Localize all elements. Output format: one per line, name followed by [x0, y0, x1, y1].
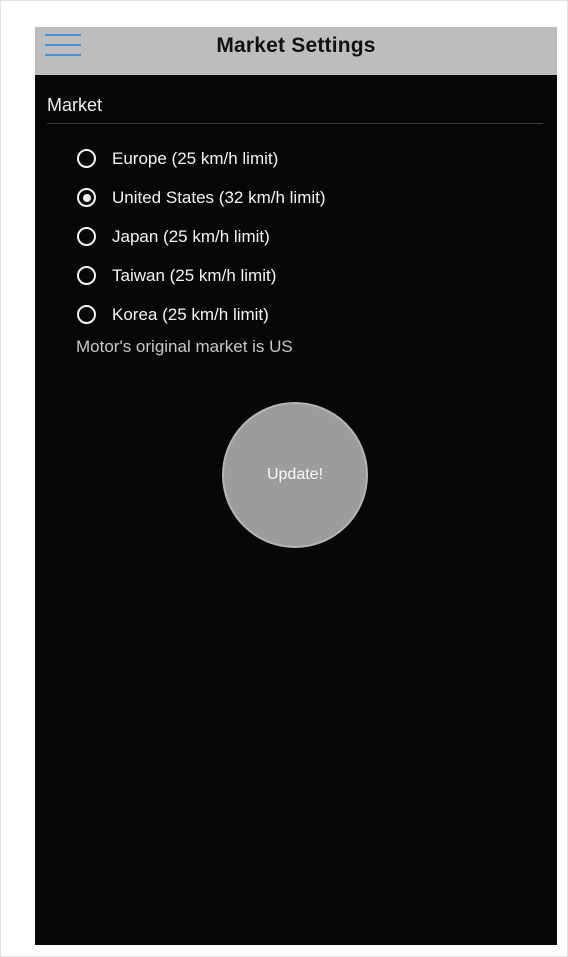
market-option-taiwan[interactable]: Taiwan (25 km/h limit): [77, 256, 517, 295]
radio-button-unchecked[interactable]: [77, 305, 96, 324]
market-option-label: United States (32 km/h limit): [112, 187, 326, 207]
page-frame: Market Settings Market Europe (25 km/h l…: [0, 0, 568, 957]
market-option-united-states[interactable]: United States (32 km/h limit): [77, 178, 517, 217]
radio-button-unchecked[interactable]: [77, 227, 96, 246]
page-title: Market Settings: [216, 34, 376, 57]
market-option-korea[interactable]: Korea (25 km/h limit): [77, 295, 517, 334]
market-section-label: Market: [47, 95, 103, 115]
section-divider: [47, 123, 543, 124]
radio-button-unchecked[interactable]: [77, 149, 96, 168]
radio-button-unchecked[interactable]: [77, 266, 96, 285]
market-options: Europe (25 km/h limit) United States (32…: [77, 139, 517, 334]
market-option-label: Europe (25 km/h limit): [112, 148, 279, 168]
original-market-note: Motor's original market is US: [76, 337, 293, 356]
market-option-label: Japan (25 km/h limit): [112, 226, 270, 246]
market-option-japan[interactable]: Japan (25 km/h limit): [77, 217, 517, 256]
market-option-label: Taiwan (25 km/h limit): [112, 265, 277, 285]
update-button[interactable]: Update!: [222, 402, 368, 548]
app-header: Market Settings: [35, 27, 557, 75]
market-option-europe[interactable]: Europe (25 km/h limit): [77, 139, 517, 178]
market-option-label: Korea (25 km/h limit): [112, 304, 269, 324]
radio-button-checked[interactable]: [77, 188, 96, 207]
app-screen: Market Settings Market Europe (25 km/h l…: [35, 27, 557, 945]
